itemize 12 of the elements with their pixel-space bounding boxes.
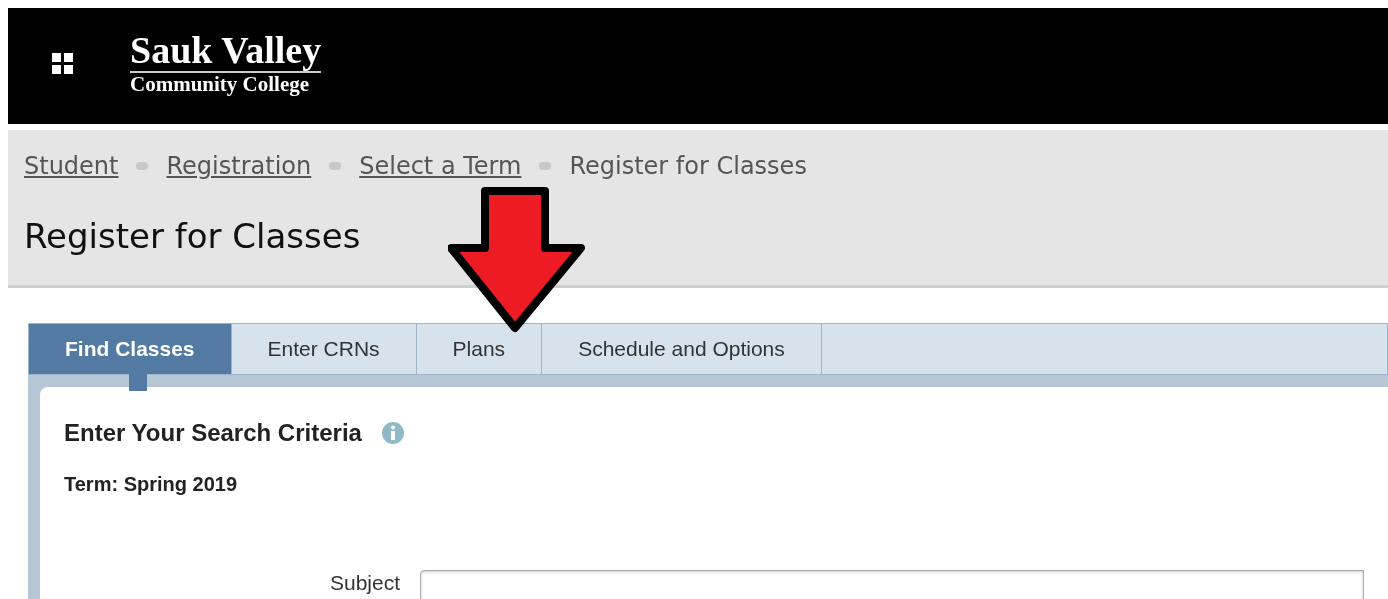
section-title: Enter Your Search Criteria <box>64 419 362 447</box>
breadcrumb-current: Register for Classes <box>569 152 807 180</box>
info-icon[interactable] <box>381 422 404 444</box>
college-logo[interactable]: Sauk Valley Community College <box>130 29 322 95</box>
field-label: Subject <box>328 571 401 595</box>
page-title: Register for Classes <box>24 216 362 256</box>
breadcrumb-link[interactable]: Registration <box>166 152 312 180</box>
breadcrumb-link[interactable]: Select a Term <box>359 152 522 180</box>
breadcrumb-link[interactable]: Student <box>24 152 119 180</box>
term-label: Term: Spring 2019 <box>64 473 239 496</box>
tab-pointer <box>129 374 147 391</box>
apps-menu-icon[interactable] <box>52 53 74 75</box>
